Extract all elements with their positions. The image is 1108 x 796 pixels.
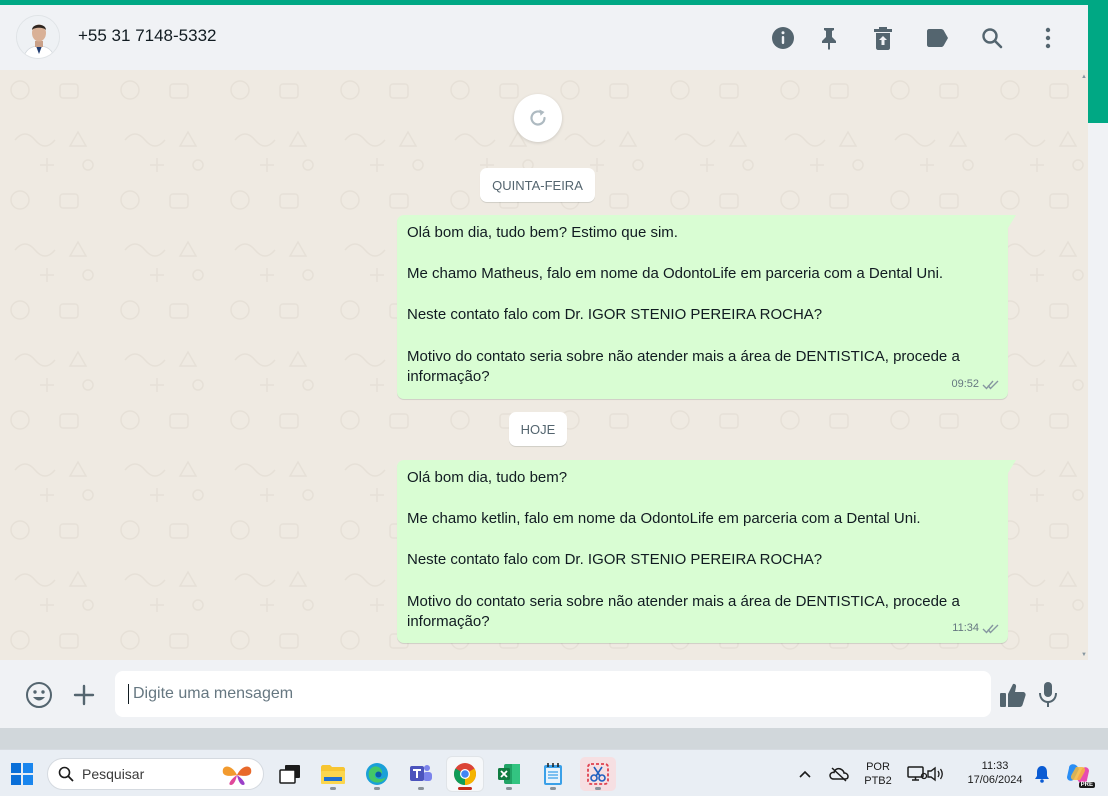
chat-scrollbar[interactable]: ▲ ▼ (1080, 70, 1088, 660)
windows-taskbar: Pesquisar POR PTB2 11:33 17/06/2024 PRE (0, 749, 1108, 796)
pin-icon[interactable] (816, 25, 842, 51)
excel-icon (498, 764, 520, 784)
chat-header: +55 31 7148-5332 (0, 5, 1088, 70)
menu-icon[interactable] (1035, 25, 1061, 51)
chat-area: QUINTA-FEIRA Olá bom dia, tudo bem? Esti… (0, 70, 1088, 660)
message-time: 11:34 (952, 622, 979, 635)
message-paragraph: Motivo do contato seria sobre não atende… (407, 347, 960, 386)
network-icon (907, 766, 927, 781)
window-gap (0, 728, 1108, 749)
cloud-offline-icon (829, 767, 849, 782)
message-composer: Digite uma mensagem (0, 660, 1088, 728)
task-view-icon (279, 765, 300, 784)
search-icon (58, 766, 74, 782)
bubble-tail (1008, 460, 1016, 473)
bubble-tail (1008, 215, 1016, 228)
delete-icon[interactable] (870, 25, 896, 51)
snipping-tool-icon (587, 763, 609, 785)
message-input-placeholder: Digite uma mensagem (133, 685, 294, 702)
load-older-button[interactable] (514, 94, 562, 142)
taskbar-file-explorer[interactable] (315, 757, 351, 791)
taskbar-search-label: Pesquisar (82, 766, 145, 782)
copilot-button[interactable]: PRE (1060, 757, 1096, 791)
folder-icon (321, 765, 345, 784)
contact-avatar[interactable] (16, 15, 60, 59)
message-paragraph: Me chamo ketlin, falo em nome da OdontoL… (407, 510, 921, 528)
scroll-up-arrow-icon[interactable]: ▲ (1081, 74, 1087, 80)
message-paragraph: Neste contato falo com Dr. IGOR STENIO P… (407, 551, 823, 569)
emoji-icon[interactable] (25, 681, 53, 709)
keyboard-layout: PTB2 (864, 775, 892, 787)
message-paragraph: Me chamo Matheus, falo em nome da Odonto… (407, 265, 944, 283)
volume-icon (927, 766, 943, 782)
double-check-icon (982, 380, 999, 390)
taskbar-snipping-tool[interactable] (580, 757, 616, 791)
copilot-badge: PRE (1078, 782, 1095, 788)
taskbar-search[interactable]: Pesquisar (47, 758, 264, 790)
language-code: POR (866, 761, 890, 773)
contact-name[interactable]: +55 31 7148-5332 (78, 26, 217, 46)
date-separator: HOJE (509, 412, 567, 446)
text-caret (128, 684, 129, 704)
clock-date: 17/06/2024 (967, 774, 1023, 786)
clock[interactable]: 11:33 17/06/2024 (958, 759, 1032, 787)
date-separator: QUINTA-FEIRA (480, 168, 595, 202)
bell-icon (1035, 766, 1049, 783)
tray-overflow-button[interactable] (790, 757, 820, 791)
task-view-button[interactable] (272, 757, 308, 791)
double-check-icon (982, 624, 999, 634)
info-icon[interactable] (770, 25, 796, 51)
message-paragraph: Olá bom dia, tudo bem? (407, 469, 568, 486)
avatar-photo (17, 16, 59, 58)
label-icon[interactable] (924, 25, 950, 51)
message-input[interactable]: Digite uma mensagem (115, 671, 991, 717)
network-volume-group[interactable] (900, 757, 952, 791)
taskbar-teams[interactable] (403, 757, 439, 791)
refresh-icon (530, 109, 546, 126)
attach-plus-icon[interactable] (70, 681, 98, 709)
right-panel-edge (1088, 5, 1108, 728)
start-button[interactable] (4, 757, 40, 791)
onedrive-status[interactable] (823, 757, 855, 791)
chrome-icon (454, 763, 476, 785)
message-meta: 11:34 (952, 618, 1000, 639)
scroll-down-arrow-icon[interactable]: ▼ (1081, 652, 1087, 658)
thumbs-up-icon[interactable] (999, 681, 1027, 709)
language-indicator[interactable]: POR PTB2 (860, 760, 896, 788)
outgoing-message[interactable]: Olá bom dia, tudo bem? Me chamo ketlin, … (397, 460, 1016, 643)
microphone-icon[interactable] (1034, 681, 1062, 709)
message-meta: 09:52 (951, 374, 1000, 395)
edge-browser-icon (366, 763, 388, 785)
search-icon[interactable] (979, 25, 1005, 51)
teams-icon (410, 765, 432, 781)
notepad-icon (544, 763, 562, 785)
windows-logo-icon (11, 763, 33, 785)
taskbar-excel[interactable] (491, 757, 527, 791)
chevron-up-icon (799, 770, 811, 778)
taskbar-notepad[interactable] (535, 757, 571, 791)
taskbar-chrome[interactable] (447, 757, 483, 791)
butterfly-icon (222, 766, 252, 785)
message-paragraph: Olá bom dia, tudo bem? Estimo que sim. (407, 224, 678, 241)
taskbar-edge[interactable] (359, 757, 395, 791)
outgoing-message[interactable]: Olá bom dia, tudo bem? Estimo que sim. M… (397, 215, 1016, 399)
message-paragraph: Motivo do contato seria sobre não atende… (407, 592, 960, 631)
message-time: 09:52 (951, 378, 979, 391)
whatsapp-window: +55 31 7148-5332 QUINTA-FEIRA Olá bom di… (0, 5, 1088, 728)
message-paragraph: Neste contato falo com Dr. IGOR STENIO P… (407, 306, 823, 324)
clock-time: 11:33 (981, 760, 1009, 772)
notifications-button[interactable] (1030, 757, 1054, 791)
